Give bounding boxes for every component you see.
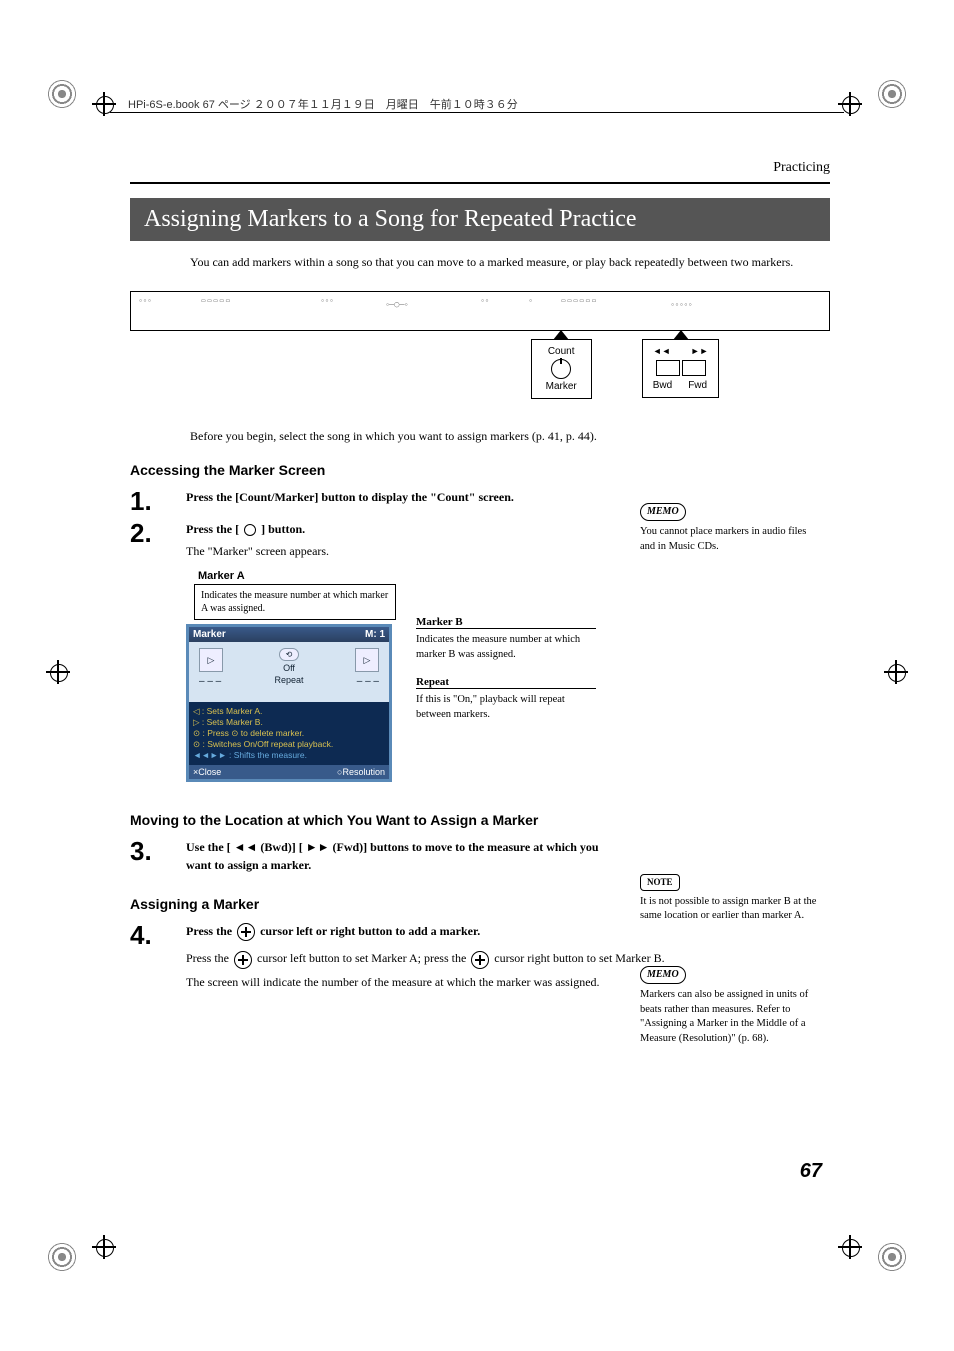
lcd-help: ◁ : Sets Marker A. ▷ : Sets Marker B. ⊙ … [189,702,389,765]
step-2-num: 2. [130,520,186,546]
fwd-label: Fwd [688,380,707,391]
fwd-icon: ►► [691,346,709,356]
header-rule [110,112,844,113]
lcd-left-btn: ▷ [199,648,223,672]
lcd-right-btn: ▷ [355,648,379,672]
marker-b-label: Marker B [416,616,596,628]
page-title: Assigning Markers to a Song for Repeated… [130,198,830,241]
lcd-title-right: M: 1 [365,629,385,640]
lcd-help4: : Switches On/Off repeat playback. [202,739,333,749]
heading-accessing: Accessing the Marker Screen [130,462,830,478]
knob-icon [551,359,571,379]
step-2-post: ] button. [261,522,305,536]
repeat-desc: If this is "On," playback will repeat be… [416,688,596,722]
lcd-help3: : Press ⊙ to delete marker. [202,728,304,738]
sidebar-memo-2: MEMO Markers can also be assigned in uni… [640,966,820,1047]
lcd-repeat: Repeat [274,675,303,685]
repeat-label: Repeat [416,676,596,688]
crosshair-mr [884,660,908,684]
note-1-text: It is not possible to assign marker B at… [640,895,820,924]
step-3: 3. Use the [ ◄◄ (Bwd)] [ ►► (Fwd)] butto… [130,838,830,878]
memo-icon-2: MEMO [640,966,686,984]
section-label: Practicing [130,160,830,176]
crosshair-bl [92,1235,116,1259]
memo-1-text: You cannot place markers in audio files … [640,525,820,554]
cursor-dpad-icon [237,923,255,941]
sidebar-note-1: NOTE It is not possible to assign marker… [640,874,820,924]
sidebar-memo-1: MEMO You cannot place markers in audio f… [640,503,820,554]
lcd-help2: : Sets Marker B. [202,717,263,727]
lcd-screen: Marker M: 1 ▷ ▷ ⟲ Off Repeat – – – – – –… [186,624,392,782]
panel-diagram: ○ ○ ○ ▭ ▭ ▭ ▭ ▭ ○ ○ ○ ○—◯—○ ○ ○ ○ ▭ ▭ ▭ … [130,291,830,331]
lcd-footer-close: ×Close [193,767,221,777]
step-3-num: 3. [130,838,186,864]
page-number: 67 [800,1160,822,1183]
callout-count-label: Count [546,346,577,357]
lcd-off: Off [283,663,295,673]
marker-a-label: Marker A [198,570,396,582]
lcd-help1: : Sets Marker A. [202,706,262,716]
lcd-dash-r: – – – [357,676,379,687]
reg-mark-tr [874,76,910,112]
marker-a-desc: Indicates the measure number at which ma… [194,584,396,620]
callout-count-marker: Count Marker [531,339,592,399]
bwd-label: Bwd [653,380,672,391]
step-4-a1-post: cursor right button to set Marker B. [494,951,664,965]
callout-row: Count Marker ◄◄ ►► Bwd Fwd [420,339,830,399]
reg-mark-tl [44,76,80,112]
note-icon: NOTE [640,874,680,891]
lcd-footer-resolution: ○Resolution [337,767,385,777]
lcd-dash-l: – – – [199,676,221,687]
cursor-dpad-icon-3 [471,951,489,969]
circle-button-icon [244,524,256,536]
step-4-a1-mid: cursor left button to set Marker A; pres… [257,951,469,965]
memo-icon: MEMO [640,503,686,521]
step-4-post: cursor left or right button to add a mar… [260,924,480,938]
reg-mark-br [874,1239,910,1275]
step-1-num: 1. [130,488,186,514]
heading-moving: Moving to the Location at which You Want… [130,812,830,828]
marker-screen-diagram: Marker A Indicates the measure number at… [186,570,830,782]
memo-2-text: Markers can also be assigned in units of… [640,988,820,1047]
step-3-text: Use the [ ◄◄ (Bwd)] [ ►► (Fwd)] buttons … [186,838,606,874]
step-4-a1-pre: Press the [186,951,232,965]
callout-marker-label: Marker [546,381,577,392]
lcd-help5: : Shifts the measure. [229,750,307,760]
doc-header-info: HPi-6S-e.book 67 ページ ２００７年１１月１９日 月曜日 午前１… [128,96,518,112]
step-4-pre: Press the [186,924,235,938]
step-2-pre: Press the [ [186,522,239,536]
before-begin-note: Before you begin, select the song in whi… [190,429,830,444]
crosshair-br [838,1235,862,1259]
step-4-num: 4. [130,922,186,948]
reg-mark-bl [44,1239,80,1275]
callout-bwd-fwd: ◄◄ ►► Bwd Fwd [642,339,720,398]
section-rule [130,182,830,184]
intro-paragraph: You can add markers within a song so tha… [190,253,830,271]
marker-b-desc: Indicates the measure number at which ma… [416,628,596,662]
cursor-dpad-icon-2 [234,951,252,969]
lcd-title-left: Marker [193,629,226,640]
crosshair-ml [46,660,70,684]
bwd-icon: ◄◄ [653,346,671,356]
